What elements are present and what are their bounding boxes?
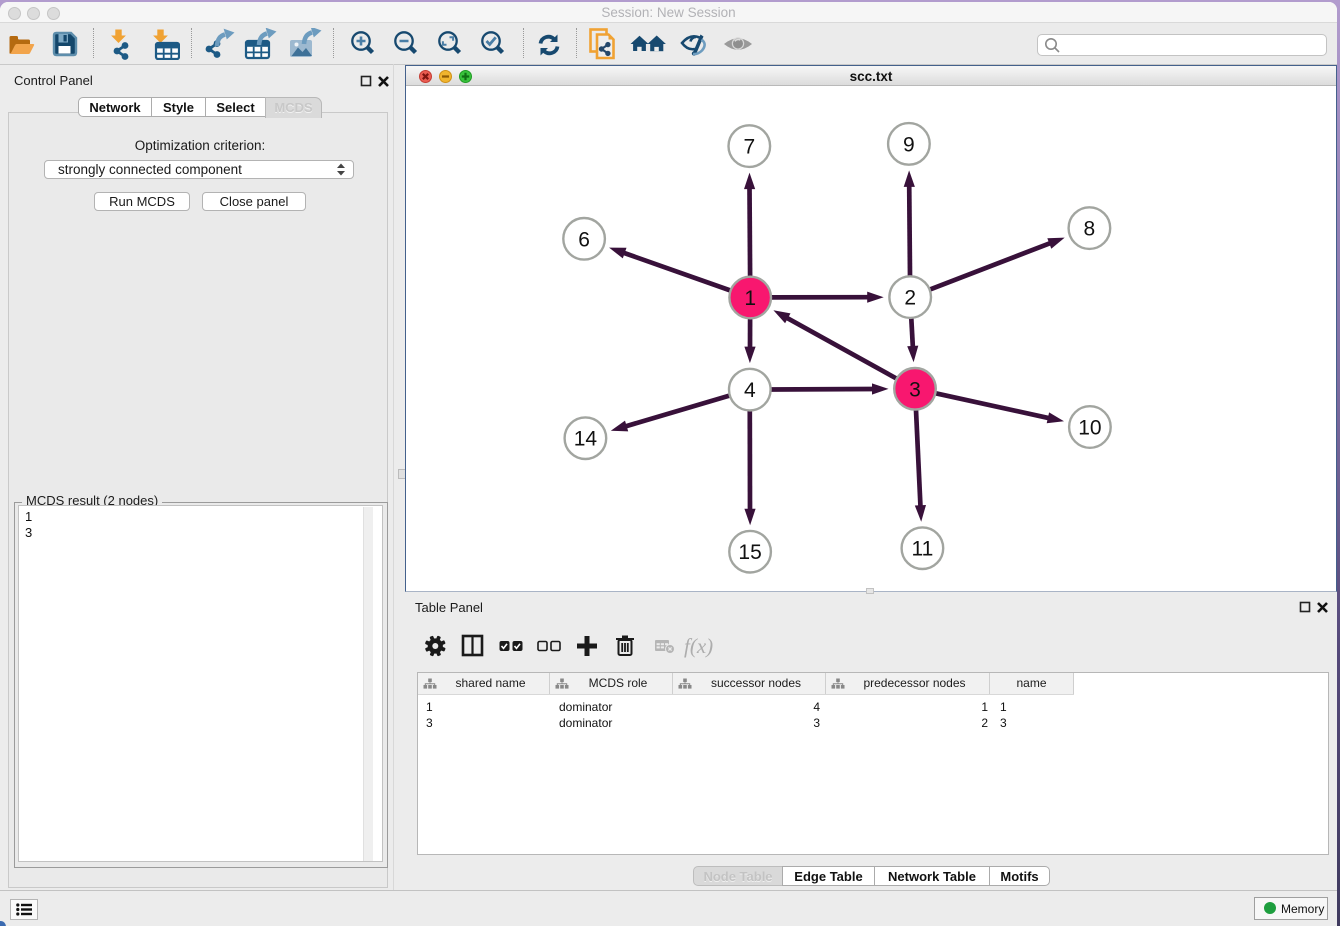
svg-text:3: 3 [909,378,921,401]
svg-text:15: 15 [738,541,761,564]
svg-text:7: 7 [743,136,755,159]
svg-text:6: 6 [578,228,590,251]
svg-text:4: 4 [744,379,756,402]
svg-text:9: 9 [903,133,915,156]
svg-text:8: 8 [1084,218,1096,241]
svg-text:10: 10 [1078,417,1101,440]
svg-text:11: 11 [911,538,933,561]
svg-text:1: 1 [744,287,756,310]
svg-text:2: 2 [904,287,916,310]
svg-text:14: 14 [574,428,598,451]
